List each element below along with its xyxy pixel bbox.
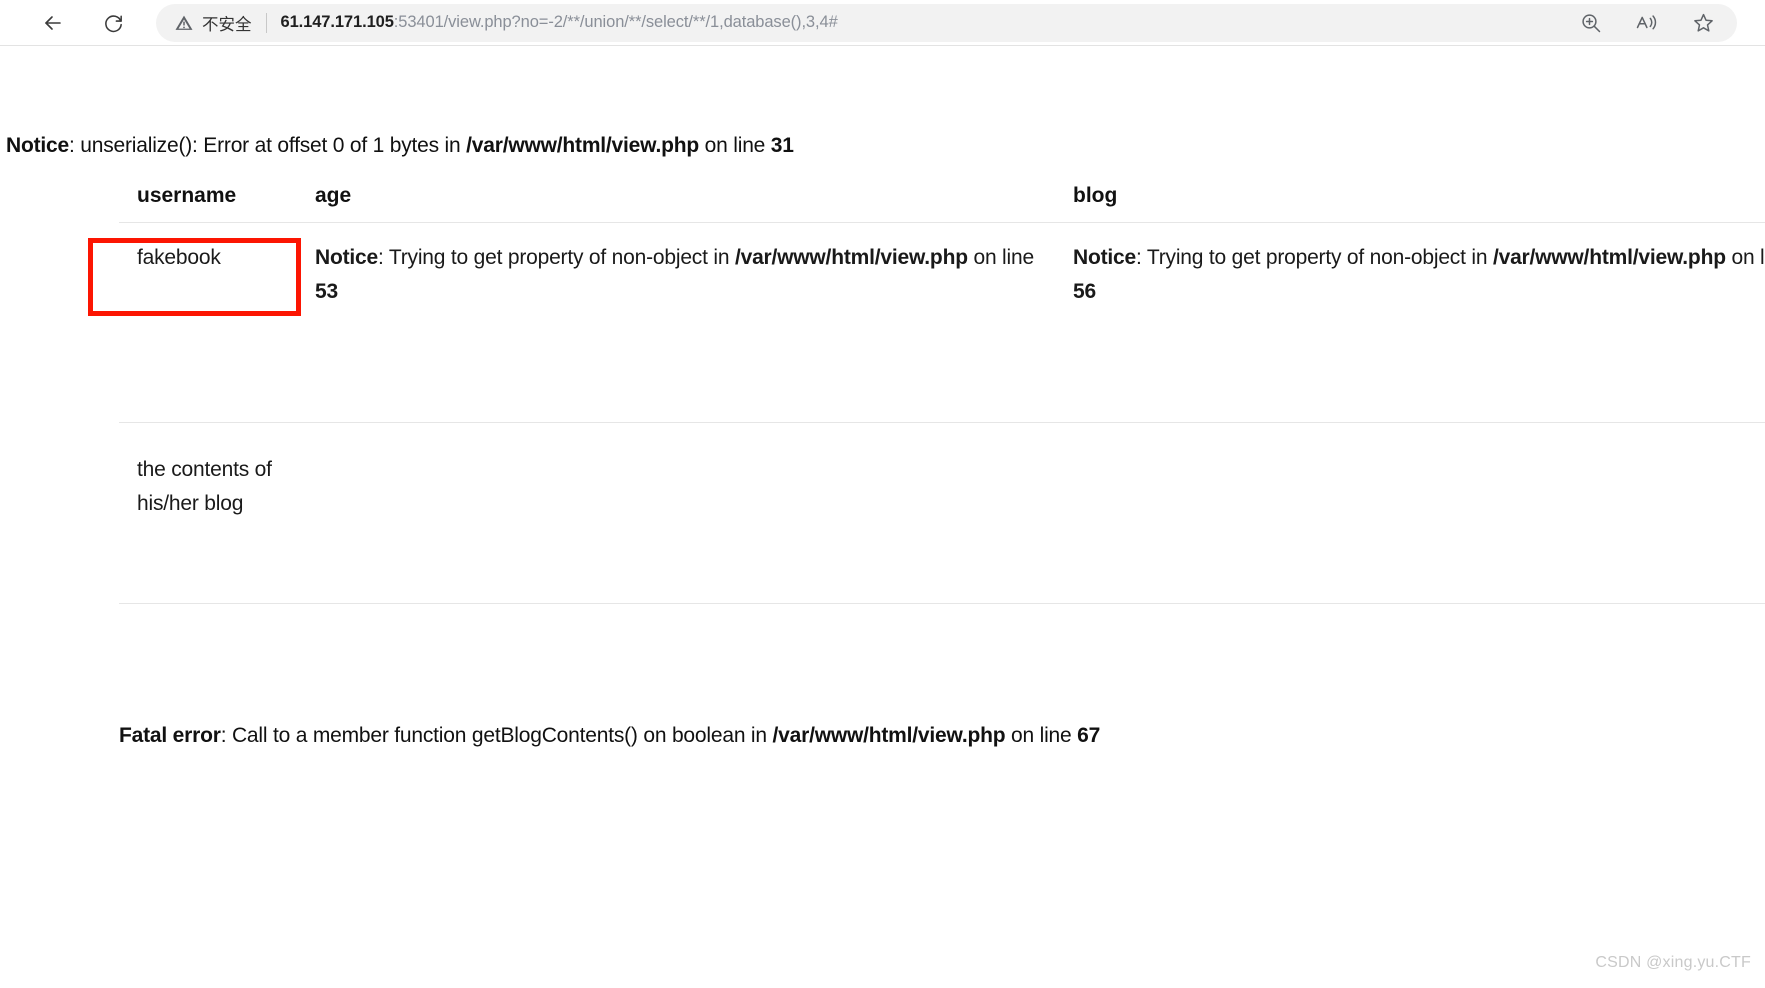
page-content: Notice: unserialize(): Error at offset 0… <box>0 46 1765 988</box>
fatal-error-file: /var/www/html/view.php <box>772 724 1006 747</box>
column-header-age: age <box>297 178 1055 223</box>
warning-triangle-icon <box>174 13 194 33</box>
cell-empty-age <box>297 422 1055 604</box>
back-button[interactable] <box>34 4 72 42</box>
notice-body: : unserialize(): Error at offset 0 of 1 … <box>68 134 467 157</box>
age-notice-body: : Trying to get property of non-object i… <box>377 246 735 269</box>
reload-button[interactable] <box>94 4 132 42</box>
address-bar[interactable]: 不安全 61.147.171.105:53401/view.php?no=-2/… <box>156 3 1737 42</box>
cell-blog: Notice: Trying to get property of non-ob… <box>1055 222 1765 423</box>
table-header: username age blog <box>119 178 1765 223</box>
age-notice-file: /var/www/html/view.php <box>734 246 968 269</box>
omnibox-actions <box>1555 6 1729 40</box>
cell-username: fakebook <box>119 222 297 423</box>
fatal-error-body: : Call to a member function getBlogConte… <box>220 724 773 747</box>
reload-icon <box>102 11 125 34</box>
fatal-error-online: on line <box>1005 724 1078 747</box>
fatal-error-label: Fatal error <box>119 724 221 747</box>
insecure-label: 不安全 <box>202 14 252 34</box>
favorites-icon[interactable] <box>1683 6 1723 40</box>
browser-toolbar: 不安全 61.147.171.105:53401/view.php?no=-2/… <box>0 0 1765 46</box>
blog-table: username age blog fakebook Notice: Tryin… <box>119 178 1765 604</box>
table-header-row: username age blog <box>119 178 1765 223</box>
read-aloud-icon[interactable] <box>1627 6 1667 40</box>
fatal-error-line-number: 67 <box>1077 724 1101 747</box>
notice-file: /var/www/html/view.php <box>466 134 700 157</box>
url-host: 61.147.171.105 <box>280 13 394 31</box>
blog-notice-body: : Trying to get property of non-object i… <box>1135 246 1493 269</box>
notice-online: on line <box>699 134 771 157</box>
back-arrow-icon <box>41 11 65 35</box>
column-header-blog: blog <box>1055 178 1765 223</box>
blog-notice-online: on line <box>1731 246 1765 269</box>
age-notice-line-number: 53 <box>315 280 338 304</box>
cell-empty-blog <box>1055 422 1765 604</box>
column-header-username: username <box>119 178 297 223</box>
age-notice-label: Notice <box>315 246 378 269</box>
notice-label: Notice <box>6 134 69 157</box>
age-notice-online: on line <box>967 246 1034 269</box>
table-row: the contents of his/her blog <box>119 422 1765 604</box>
cell-age: Notice: Trying to get property of non-ob… <box>297 222 1055 423</box>
site-security-indicator[interactable]: 不安全 <box>174 11 252 35</box>
watermark: CSDN @xing.yu.CTF <box>1595 954 1751 971</box>
php-fatal-error: Fatal error: Call to a member function g… <box>119 724 1100 748</box>
blog-notice-file: /var/www/html/view.php <box>1492 246 1726 269</box>
table-body: fakebook Notice: Trying to get property … <box>119 222 1765 604</box>
php-notice-unserialize: Notice: unserialize(): Error at offset 0… <box>6 134 794 158</box>
url-path: :53401/view.php?no=-2/**/union/**/select… <box>393 13 838 31</box>
omnibox-divider <box>265 12 267 33</box>
table-row: fakebook Notice: Trying to get property … <box>119 222 1765 423</box>
cell-blog-contents-text: the contents of his/her blog <box>119 422 297 604</box>
notice-line-number: 31 <box>770 134 794 157</box>
blog-notice-label: Notice <box>1073 246 1136 269</box>
url-text[interactable]: 61.147.171.105:53401/view.php?no=-2/**/u… <box>281 13 838 32</box>
blog-notice-line-number: 56 <box>1073 280 1096 304</box>
zoom-in-icon[interactable] <box>1571 6 1611 40</box>
